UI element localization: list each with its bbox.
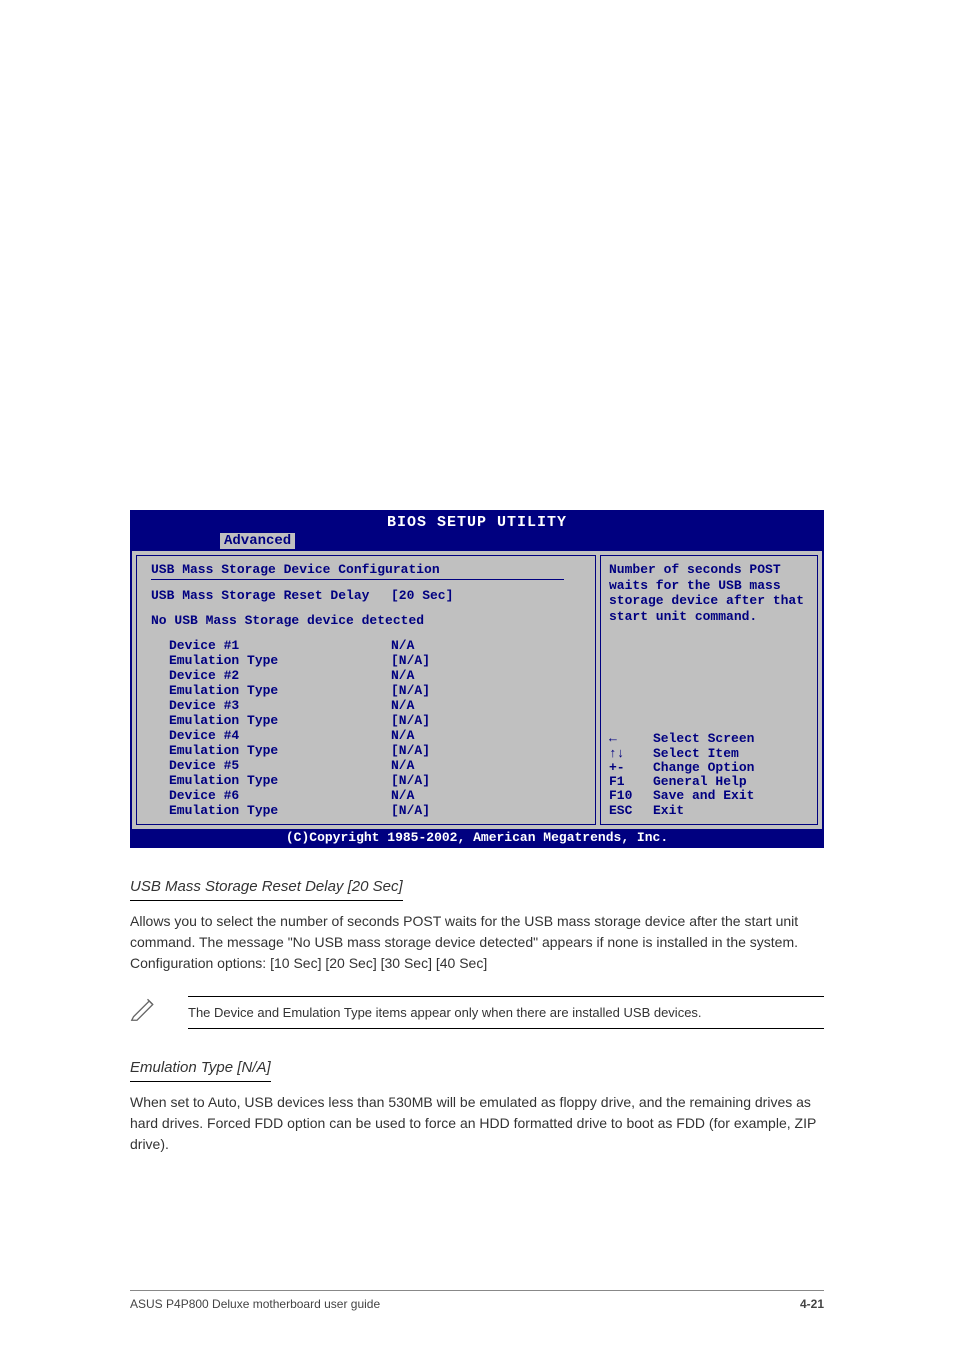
tab-advanced[interactable]: Advanced [220,533,295,549]
pencil-note-icon [130,994,158,1028]
nav-action: Save and Exit [653,789,754,803]
emulation-row[interactable]: Emulation Type[N/A] [169,803,581,818]
nav-key: ESC [609,804,653,818]
nav-key: F10 [609,789,653,803]
nav-action: Select Item [653,747,739,761]
help-text: Number of seconds POST waits for the USB… [609,562,809,624]
note-block: The Device and Emulation Type items appe… [130,992,824,1034]
note-rule [188,1028,824,1029]
bios-help-pane: Number of seconds POST waits for the USB… [600,555,818,825]
bios-left-pane: USB Mass Storage Device Configuration US… [136,555,596,825]
bios-copyright: (C)Copyright 1985-2002, American Megatre… [132,829,822,846]
nav-action: Select Screen [653,732,754,746]
nav-legend: ←Select Screen ↑↓Select Item +-Change Op… [609,732,809,818]
reset-delay-label: USB Mass Storage Reset Delay [151,588,391,603]
nav-key: ↑↓ [609,747,653,761]
bios-tab-row: Advanced [132,533,822,551]
no-device-msg: No USB Mass Storage device detected [151,613,581,628]
device-row: Device #2N/A [169,668,581,683]
device-row: Device #4N/A [169,728,581,743]
emulation-row[interactable]: Emulation Type[N/A] [169,683,581,698]
note-text: The Device and Emulation Type items appe… [188,1001,824,1025]
doc-heading-2: Emulation Type [N/A] [130,1057,271,1082]
bios-screenshot: BIOS SETUP UTILITY Advanced USB Mass Sto… [130,510,824,848]
emulation-row[interactable]: Emulation Type[N/A] [169,713,581,728]
emulation-row[interactable]: Emulation Type[N/A] [169,773,581,788]
nav-key: ← [609,732,653,746]
reset-delay-value: [20 Sec] [391,588,453,603]
device-row: Device #5N/A [169,758,581,773]
doc-paragraph-2: When set to Auto, USB devices less than … [130,1092,824,1155]
nav-key: +- [609,761,653,775]
bios-title: BIOS SETUP UTILITY [132,512,822,533]
emulation-row[interactable]: Emulation Type[N/A] [169,653,581,668]
device-row: Device #6N/A [169,788,581,803]
page-footer: ASUS P4P800 Deluxe motherboard user guid… [130,1290,824,1311]
section-title: USB Mass Storage Device Configuration [151,562,581,577]
nav-action: Exit [653,804,684,818]
footer-right: 4-21 [800,1297,824,1311]
footer-left: ASUS P4P800 Deluxe motherboard user guid… [130,1297,380,1311]
doc-heading-1: USB Mass Storage Reset Delay [20 Sec] [130,876,403,901]
section-divider [151,579,564,580]
nav-action: Change Option [653,761,754,775]
emulation-row[interactable]: Emulation Type[N/A] [169,743,581,758]
doc-paragraph-1: Allows you to select the number of secon… [130,911,824,974]
device-row: Device #1N/A [169,638,581,653]
note-rule [188,996,824,997]
device-row: Device #3N/A [169,698,581,713]
reset-delay-row[interactable]: USB Mass Storage Reset Delay [20 Sec] [151,588,581,603]
nav-key: F1 [609,775,653,789]
nav-action: General Help [653,775,747,789]
